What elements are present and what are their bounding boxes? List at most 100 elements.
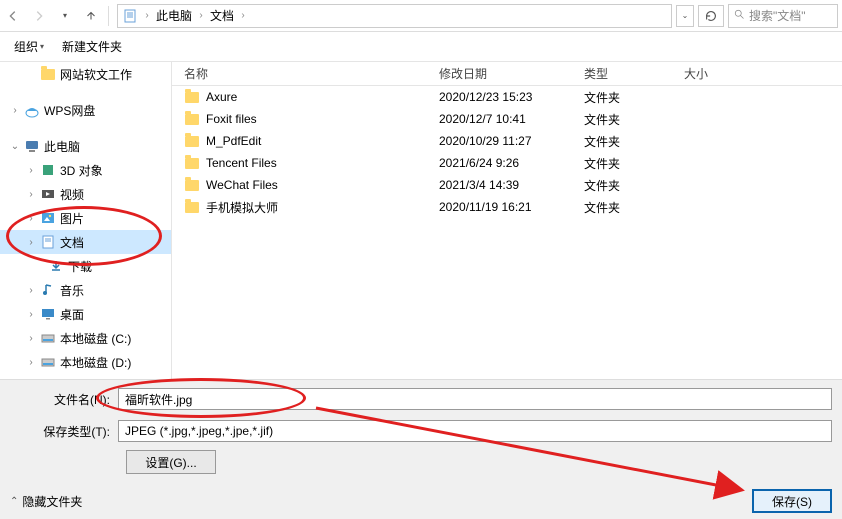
file-row[interactable]: Foxit files 2020/12/7 10:41文件夹 — [184, 108, 842, 130]
hide-folders-toggle[interactable]: ⌃ 隐藏文件夹 — [10, 493, 82, 510]
pictures-icon — [40, 210, 56, 226]
chevron-up-icon: ⌃ — [10, 496, 18, 507]
tree-item-label: 下载 — [68, 258, 92, 275]
3d-icon — [40, 162, 56, 178]
folder-icon — [184, 111, 200, 127]
tree-item-label: 本地磁盘 (C:) — [60, 330, 131, 347]
file-type: 文件夹 — [584, 199, 684, 216]
file-type: 文件夹 — [584, 177, 684, 194]
toolbar: 组织▾ 新建文件夹 — [0, 32, 842, 62]
search-icon — [733, 8, 745, 23]
tree-item[interactable]: ⌄此电脑 — [0, 134, 171, 158]
filename-input[interactable]: 福昕软件.jpg — [118, 388, 832, 410]
tree-item[interactable]: ›视频 — [0, 182, 171, 206]
tree-item-label: 音乐 — [60, 282, 84, 299]
pc-icon — [24, 138, 40, 154]
tree-item-label: 本地磁盘 (D:) — [60, 354, 131, 371]
folder-icon — [184, 133, 200, 149]
file-date: 2020/12/7 10:41 — [439, 112, 584, 126]
column-headers: 名称 修改日期 类型 大小 — [172, 62, 842, 86]
save-form: 文件名(N): 福昕软件.jpg 保存类型(T): JPEG (*.jpg,*.… — [0, 379, 842, 519]
breadcrumb[interactable]: › 此电脑 › 文档 › — [117, 4, 672, 28]
chevron-right-icon: › — [196, 10, 206, 21]
video-icon — [40, 186, 56, 202]
file-row[interactable]: M_PdfEdit2020/10/29 11:27文件夹 — [184, 130, 842, 152]
tree-item[interactable]: ›本地磁盘 (D:) — [0, 350, 171, 374]
tree-item[interactable]: ›3D 对象 — [0, 158, 171, 182]
navbar: ▾ › 此电脑 › 文档 › ⌄ 搜索"文档" — [0, 0, 842, 32]
tree-item-label: WPS网盘 — [44, 102, 95, 119]
filename-label: 文件名(N): — [0, 391, 118, 408]
folder-icon — [184, 177, 200, 193]
search-placeholder: 搜索"文档" — [749, 7, 806, 24]
document-icon — [122, 8, 138, 24]
file-row[interactable]: Axure2020/12/23 15:23文件夹 — [184, 86, 842, 108]
col-type[interactable]: 类型 — [584, 65, 684, 82]
forward-button[interactable] — [26, 3, 52, 29]
tree-item-label: 3D 对象 — [60, 162, 103, 179]
file-date: 2020/12/23 15:23 — [439, 90, 584, 104]
file-name: 手机模拟大师 — [206, 199, 278, 216]
address-dropdown[interactable]: ⌄ — [676, 5, 694, 27]
breadcrumb-folder[interactable]: 文档 — [210, 7, 234, 24]
settings-button[interactable]: 设置(G)... — [126, 450, 216, 474]
file-date: 2020/10/29 11:27 — [439, 134, 584, 148]
chevron-right-icon: › — [142, 10, 152, 21]
refresh-button[interactable] — [698, 5, 724, 27]
tree-item[interactable]: ›图片 — [0, 206, 171, 230]
tree-item-documents[interactable]: ›文档 — [0, 230, 171, 254]
folder-icon — [184, 155, 200, 171]
tree-item-label: 文档 — [60, 234, 84, 251]
tree-item-label: 图片 — [60, 210, 84, 227]
col-size[interactable]: 大小 — [684, 65, 842, 82]
back-button[interactable] — [0, 3, 26, 29]
hide-folders-label: 隐藏文件夹 — [22, 493, 82, 510]
download-icon — [48, 258, 64, 274]
tree-item[interactable]: ›本地磁盘 (C:) — [0, 326, 171, 350]
desktop-icon — [40, 306, 56, 322]
search-input[interactable]: 搜索"文档" — [728, 4, 838, 28]
file-date: 2020/11/19 16:21 — [439, 200, 584, 214]
filetype-label: 保存类型(T): — [0, 423, 118, 440]
save-button[interactable]: 保存(S) — [752, 489, 832, 513]
file-type: 文件夹 — [584, 155, 684, 172]
col-name[interactable]: 名称 — [184, 65, 439, 82]
tree-item[interactable]: ›WPS网盘 — [0, 98, 171, 122]
disk-icon — [40, 330, 56, 346]
up-button[interactable] — [78, 3, 104, 29]
chevron-right-icon: › — [238, 10, 248, 21]
file-date: 2021/3/4 14:39 — [439, 178, 584, 192]
disk-icon — [40, 354, 56, 370]
file-type: 文件夹 — [584, 111, 684, 128]
file-row[interactable]: Tencent Files 2021/6/24 9:26文件夹 — [184, 152, 842, 174]
recent-dropdown[interactable]: ▾ — [52, 3, 78, 29]
separator — [108, 6, 109, 26]
folder-icon — [184, 89, 200, 105]
file-name: Foxit files — [206, 112, 257, 126]
col-date[interactable]: 修改日期 — [439, 65, 584, 82]
folder-icon — [184, 199, 200, 215]
file-name: WeChat Files — [206, 178, 278, 192]
tree-item[interactable]: ›网站软文工作 — [0, 62, 171, 86]
file-list: 名称 修改日期 类型 大小 Axure2020/12/23 15:23文件夹Fo… — [172, 62, 842, 379]
tree-item[interactable]: ›音乐 — [0, 278, 171, 302]
wps-icon — [24, 102, 40, 118]
breadcrumb-root[interactable]: 此电脑 — [156, 7, 192, 24]
tree-item-label: 视频 — [60, 186, 84, 203]
organize-menu[interactable]: 组织▾ — [14, 38, 44, 55]
file-row[interactable]: WeChat Files 2021/3/4 14:39文件夹 — [184, 174, 842, 196]
tree-item-label: 桌面 — [60, 306, 84, 323]
tree-item[interactable]: ›桌面 — [0, 302, 171, 326]
file-name: Axure — [206, 90, 237, 104]
file-name: Tencent Files — [206, 156, 277, 170]
file-date: 2021/6/24 9:26 — [439, 156, 584, 170]
new-folder-button[interactable]: 新建文件夹 — [62, 38, 122, 55]
tree-item[interactable]: ›下载 — [0, 254, 171, 278]
file-row[interactable]: 手机模拟大师 2020/11/19 16:21文件夹 — [184, 196, 842, 218]
tree-item-label: 此电脑 — [44, 138, 80, 155]
navigation-tree: ›网站软文工作 ›WPS网盘 ⌄此电脑 ›3D 对象 ›视频 ›图片 ›文档 ›… — [0, 62, 172, 379]
music-icon — [40, 282, 56, 298]
tree-item-label: 网站软文工作 — [60, 66, 132, 83]
folder-icon — [40, 66, 56, 82]
filetype-select[interactable]: JPEG (*.jpg,*.jpeg,*.jpe,*.jif) — [118, 420, 832, 442]
